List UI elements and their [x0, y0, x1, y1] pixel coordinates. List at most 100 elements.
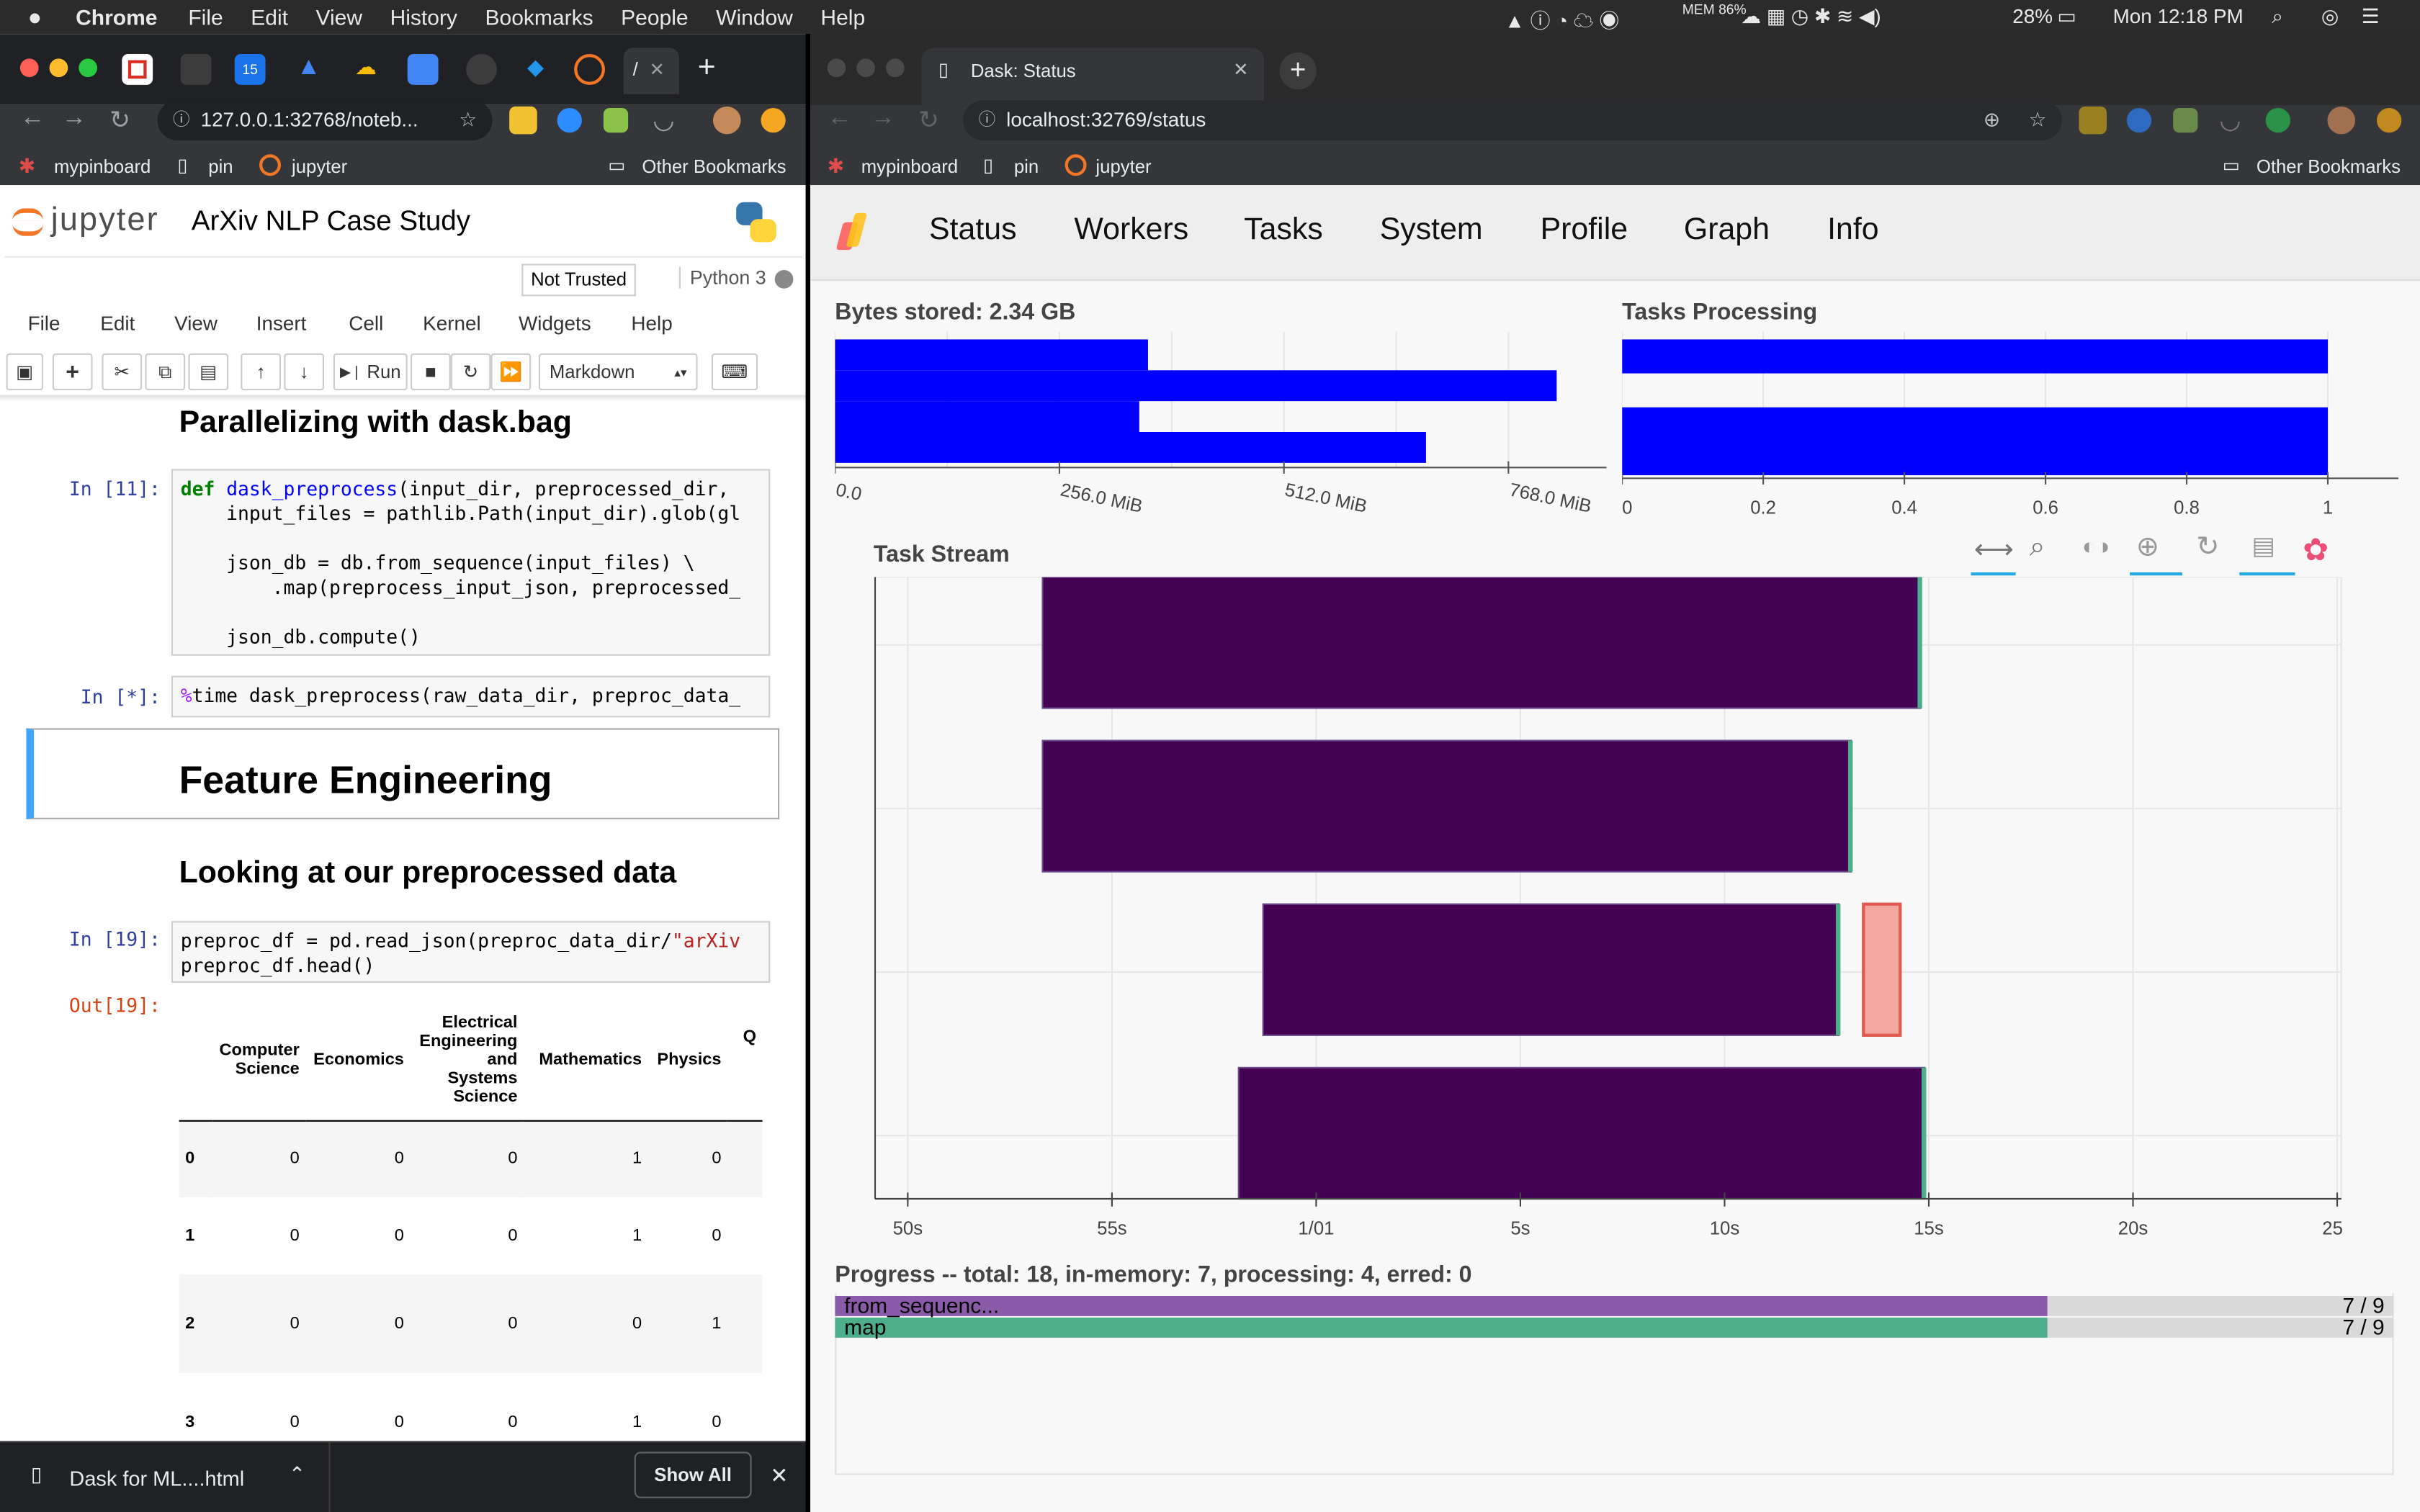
cell-type-select[interactable]: Markdown ▴▾ [538, 353, 698, 391]
nb-menu-kernel[interactable]: Kernel [423, 312, 481, 335]
dask-status-tab[interactable]: ▯ Dask: Status ✕ [921, 48, 1264, 105]
extension-icon-1[interactable] [509, 106, 537, 135]
close-tab-icon[interactable]: ✕ [1233, 58, 1249, 80]
siri-icon[interactable]: ◎ [2321, 4, 2339, 29]
restart-run-all-icon[interactable]: ⏩ [490, 353, 532, 391]
bookmark-mypinboard[interactable]: mypinboard [861, 156, 958, 177]
nav-workers[interactable]: Workers [1074, 213, 1188, 248]
tasks-processing-plot[interactable]: 0 0.2 0.4 0.6 0.8 1 [1622, 331, 2398, 533]
extension-icon-orange[interactable] [2377, 108, 2402, 133]
pocket-icon[interactable]: ◡ [653, 105, 674, 136]
more-status-icons[interactable]: ☁ ▦ ◷ ✱ ≋ ◀︎) [1741, 4, 1881, 29]
memory-meter[interactable]: MEM 86% [1682, 2, 1747, 17]
nav-status[interactable]: Status [929, 213, 1017, 248]
code-cell-19[interactable]: preproc_df = pd.read_json(preproc_data_d… [171, 921, 771, 983]
restart-icon[interactable]: ↻ [450, 353, 491, 391]
bookmark-mypinboard[interactable]: mypinboard [54, 156, 151, 177]
extension-icon-1[interactable] [2079, 106, 2107, 135]
menubar-clock[interactable]: Mon 12:18 PM [2113, 4, 2244, 27]
back-icon[interactable]: ← [828, 105, 852, 133]
code-cell-running[interactable]: %time dask_preprocess(raw_data_dir, prep… [171, 675, 771, 718]
nav-tasks[interactable]: Tasks [1244, 213, 1323, 248]
interrupt-icon[interactable]: ■ [411, 353, 451, 391]
extension-icon-3[interactable] [2173, 108, 2198, 133]
active-notebook-tab[interactable]: / ✕ [623, 48, 679, 94]
forward-icon[interactable]: → [871, 105, 895, 133]
grammarly-icon[interactable] [2265, 108, 2290, 133]
zoom-window-button[interactable] [79, 58, 97, 78]
profile-avatar[interactable] [2327, 106, 2355, 135]
bookmark-star-icon[interactable]: ☆ [2028, 100, 2046, 140]
cloud-tab-icon[interactable]: ☁ [350, 54, 381, 85]
nb-menu-cell[interactable]: Cell [349, 312, 383, 335]
code-cell-11[interactable]: def dask_preprocess(input_dir, preproces… [171, 469, 771, 656]
nav-profile[interactable]: Profile [1541, 213, 1628, 248]
nav-system[interactable]: System [1380, 213, 1483, 248]
nb-menu-insert[interactable]: Insert [256, 312, 307, 335]
reload-icon[interactable]: ↻ [109, 105, 130, 136]
reset-icon[interactable]: ↻ [2196, 531, 2219, 563]
download-options-chevron-icon[interactable]: ⌃ [289, 1462, 305, 1487]
extension-icon-orange[interactable] [761, 108, 786, 133]
minimize-window-button[interactable] [49, 58, 68, 78]
copy-icon[interactable]: ⧉ [145, 353, 186, 391]
nb-menu-edit[interactable]: Edit [100, 312, 135, 335]
bookmark-star-icon[interactable]: ☆ [459, 100, 477, 140]
profile-avatar[interactable] [712, 106, 741, 135]
menu-history[interactable]: History [390, 4, 457, 29]
nb-menu-view[interactable]: View [174, 312, 218, 335]
docs-tab-icon[interactable] [407, 54, 439, 85]
bookmark-jupyter[interactable]: jupyter [292, 156, 347, 177]
run-button[interactable]: ▶❘ Run [333, 353, 408, 391]
inactive-zoom-button[interactable] [886, 58, 905, 78]
close-window-button[interactable] [19, 58, 39, 78]
bookmark-pin[interactable]: pin [1014, 156, 1039, 177]
menu-people[interactable]: People [621, 4, 688, 29]
app-menu[interactable]: Chrome [76, 4, 157, 29]
docker-tab-icon[interactable]: ◆ [520, 54, 551, 85]
calendar-tab-icon[interactable]: 15 [234, 54, 266, 85]
nb-menu-help[interactable]: Help [631, 312, 672, 335]
task-stream-plot[interactable]: 50s 55s 1/01 5s 10s 15s 20s 25s [874, 577, 2343, 1240]
status-icons[interactable]: ▲ ⓘ ◔ ☁ ◉ [1505, 4, 1619, 34]
paste-icon[interactable]: ▤ [188, 353, 229, 391]
save-icon[interactable]: ▣ [6, 353, 44, 391]
notification-center-icon[interactable]: ☰ [2362, 4, 2380, 29]
box-zoom-icon[interactable]: ⌕ [2030, 531, 2045, 563]
nav-graph[interactable]: Graph [1684, 213, 1770, 248]
pan-tool-icon[interactable]: ⟷ [1974, 534, 2014, 566]
wheel-zoom-icon[interactable]: ⊕ [2136, 531, 2159, 563]
bookmark-pin[interactable]: pin [208, 156, 233, 177]
gmail-tab-icon[interactable] [122, 54, 153, 85]
not-trusted-badge[interactable]: Not Trusted [521, 264, 636, 297]
new-tab-button[interactable]: + [698, 51, 716, 86]
hover-tool-icon[interactable]: ▤ [2251, 531, 2275, 562]
inactive-minimize-button[interactable] [856, 58, 875, 78]
github-tab-2-icon[interactable] [466, 54, 497, 85]
menu-edit[interactable]: Edit [251, 4, 288, 29]
menu-window[interactable]: Window [716, 4, 793, 29]
github-tab-icon[interactable] [180, 54, 212, 85]
address-bar[interactable]: ⓘ localhost:32769/status ⊕ ☆ [963, 100, 2062, 140]
zoom-icon[interactable]: ⊕ [1984, 100, 2000, 140]
bookmark-jupyter[interactable]: jupyter [1095, 156, 1151, 177]
other-bookmarks[interactable]: Other Bookmarks [2257, 156, 2401, 177]
extension-icon-zoom[interactable] [2126, 108, 2152, 133]
forward-icon[interactable]: → [62, 105, 86, 133]
drive-tab-icon[interactable]: ▲ [293, 54, 324, 85]
insert-cell-icon[interactable]: + [52, 353, 93, 391]
cut-icon[interactable]: ✂ [102, 353, 143, 391]
close-tab-icon[interactable]: ✕ [649, 58, 665, 80]
bytes-stored-plot[interactable]: 0.0 256.0 MiB 512.0 MiB 768.0 MiB [835, 331, 1607, 533]
pocket-icon[interactable]: ◡ [2219, 105, 2241, 136]
move-down-icon[interactable]: ↓ [284, 353, 324, 391]
notebook-title[interactable]: ArXiv NLP Case Study [192, 205, 470, 238]
reload-icon[interactable]: ↻ [918, 105, 939, 136]
battery-percent[interactable]: 28% [2012, 4, 2053, 27]
new-tab-button[interactable]: + [1279, 52, 1317, 90]
menu-bookmarks[interactable]: Bookmarks [485, 4, 593, 29]
inactive-close-button[interactable] [827, 58, 846, 78]
back-icon[interactable]: ← [20, 105, 45, 133]
close-download-shelf-icon[interactable]: ✕ [770, 1462, 788, 1488]
bokeh-logo-icon[interactable]: ✿ [2303, 531, 2329, 570]
